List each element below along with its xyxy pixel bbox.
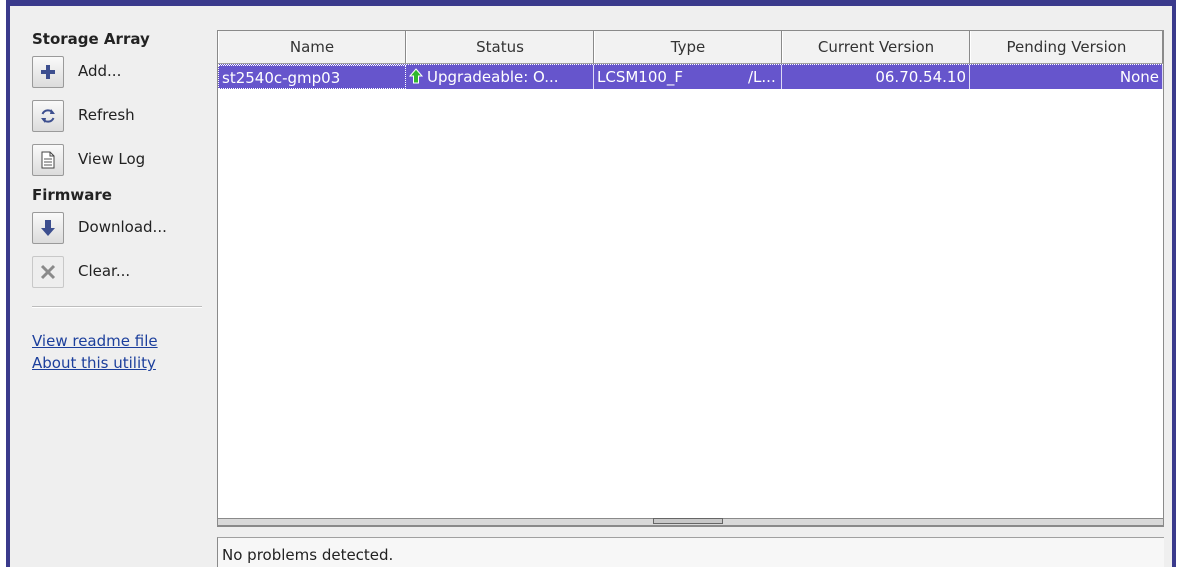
pane-splitter[interactable] [218, 518, 1163, 526]
view-readme-link[interactable]: View readme file [32, 330, 214, 352]
column-header-type[interactable]: Type [594, 31, 782, 63]
refresh-action[interactable]: Refresh [32, 100, 214, 140]
view-log-action[interactable]: View Log [32, 144, 214, 184]
plus-icon [41, 65, 55, 79]
cell-status: Upgradeable: O... [406, 65, 594, 89]
cell-type-suffix: /L... [748, 68, 776, 86]
table-header: Name Status Type Current Version Pending… [218, 31, 1163, 64]
clear-x-icon [40, 264, 56, 280]
sidebar: Storage Array Add... Refresh View Log Fi… [32, 30, 214, 374]
clear-label: Clear... [78, 262, 131, 280]
download-label[interactable]: Download... [78, 218, 167, 236]
clear-action: Clear... [32, 256, 214, 296]
cell-current-version: 06.70.54.10 [782, 65, 970, 89]
cell-type: LCSM100_F /L... [594, 65, 782, 89]
view-log-label[interactable]: View Log [78, 150, 145, 168]
add-label[interactable]: Add... [78, 62, 121, 80]
sidebar-links: View readme file About this utility [32, 330, 214, 374]
storage-array-heading: Storage Array [32, 30, 150, 48]
column-header-current-version[interactable]: Current Version [782, 31, 970, 63]
firmware-heading: Firmware [32, 186, 112, 204]
cell-status-text: Upgradeable: O... [427, 68, 559, 86]
refresh-button[interactable] [32, 100, 64, 132]
clear-button [32, 256, 64, 288]
view-log-button[interactable] [32, 144, 64, 176]
cell-name: st2540c-gmp03 [218, 65, 406, 89]
cell-type-text: LCSM100_F [597, 68, 684, 86]
table-row[interactable]: st2540c-gmp03 Upgradeable: O... LCSM100_… [218, 64, 1163, 89]
column-header-name[interactable]: Name [218, 31, 406, 63]
add-action[interactable]: Add... [32, 56, 214, 96]
sidebar-divider [32, 306, 202, 308]
refresh-icon [41, 109, 55, 123]
column-header-pending-version[interactable]: Pending Version [970, 31, 1163, 63]
document-icon [41, 151, 55, 169]
firmware-upgrade-window: Storage Array Add... Refresh View Log Fi… [6, 0, 1176, 567]
cell-pending-version: None [970, 65, 1163, 89]
column-header-status[interactable]: Status [406, 31, 594, 63]
download-action[interactable]: Download... [32, 212, 214, 252]
storage-array-table: Name Status Type Current Version Pending… [217, 30, 1164, 527]
splitter-handle[interactable] [653, 518, 723, 524]
add-button[interactable] [32, 56, 64, 88]
download-arrow-icon [41, 220, 55, 236]
refresh-label[interactable]: Refresh [78, 106, 135, 124]
status-message-panel: No problems detected. [217, 537, 1164, 567]
status-message: No problems detected. [222, 546, 394, 564]
about-utility-link[interactable]: About this utility [32, 352, 214, 374]
download-button[interactable] [32, 212, 64, 244]
upgrade-arrow-icon [409, 68, 423, 84]
